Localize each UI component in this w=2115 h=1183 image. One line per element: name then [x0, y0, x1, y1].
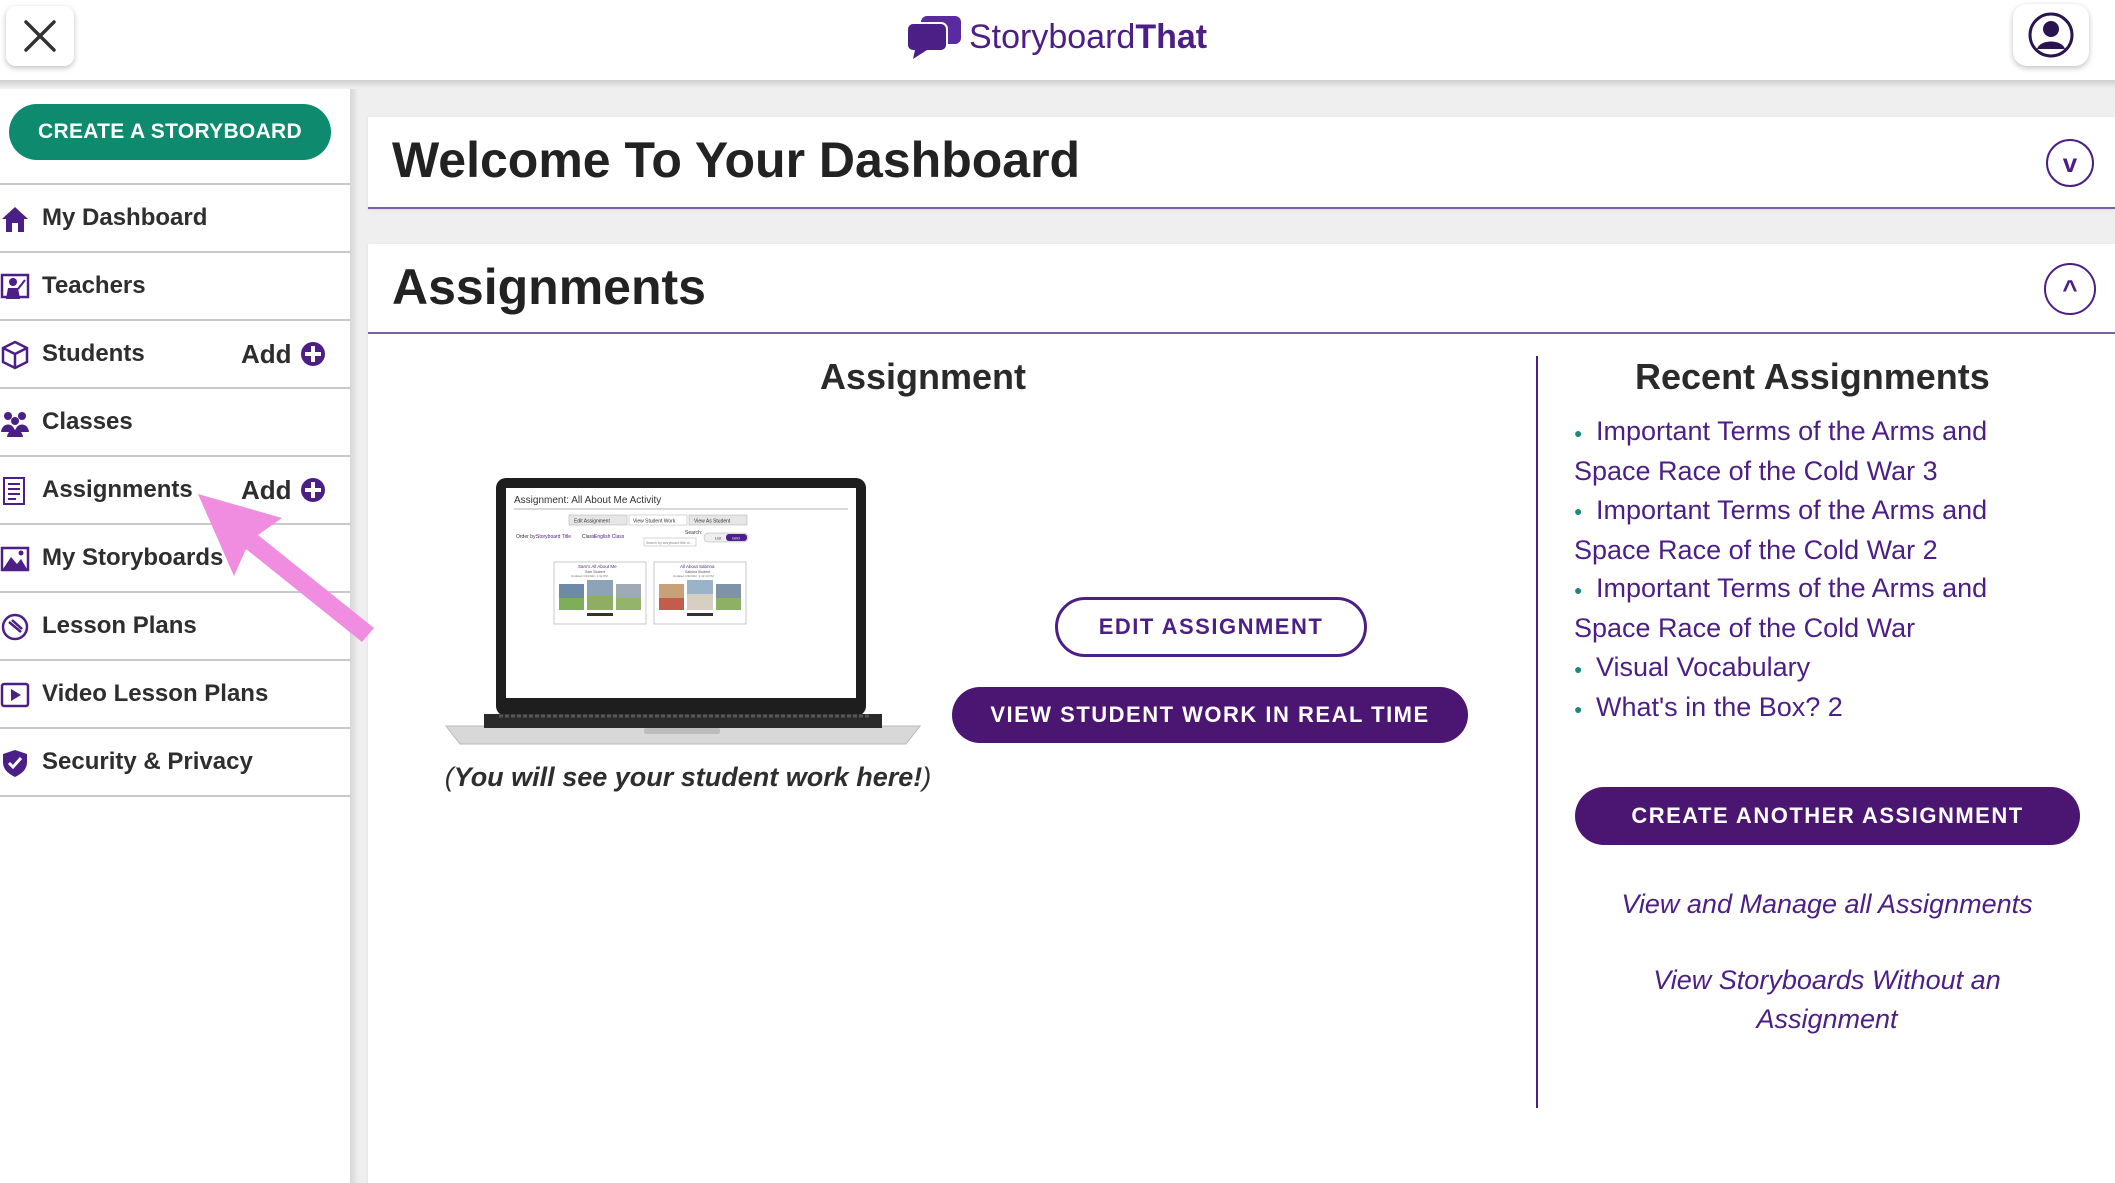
preview-card-updated: Updated 1/3/2022, 1:42:13 PM [673, 574, 714, 578]
recent-assignment-label: Visual Vocabulary [1596, 651, 1811, 682]
caption-close-paren: ) [922, 762, 932, 792]
sidebar-item-students[interactable]: Students Add [0, 321, 350, 389]
caption-open-paren: ( [444, 762, 454, 792]
recent-assignment-link[interactable]: ● Important Terms of the Arms and Space R… [1574, 412, 2034, 491]
recent-assignment-label: Important Terms of the Arms and Space Ra… [1574, 494, 1988, 565]
bullet-icon: ● [1574, 700, 1583, 717]
expand-welcome-button[interactable]: v [2046, 139, 2094, 187]
home-icon [2, 207, 28, 232]
sidebar-item-label: Students [42, 340, 145, 367]
speech-bubbles-icon [906, 16, 961, 59]
video-icon [0, 682, 30, 708]
sidebar-item-label: Assignments [42, 476, 193, 503]
recent-assignment-link[interactable]: ● Important Terms of the Arms and Space R… [1574, 569, 2034, 648]
teacher-icon [0, 273, 30, 299]
preview-grid-toggle: Grid [732, 536, 740, 541]
preview-class-value: English Class [594, 534, 625, 540]
edit-assignment-button[interactable]: EDIT ASSIGNMENT [1055, 597, 1367, 657]
bullet-icon: ● [1574, 503, 1583, 520]
sidebar-item-my-dashboard[interactable]: My Dashboard [0, 185, 350, 253]
column-divider [1536, 356, 1538, 1108]
preview-search-placeholder: Search by storyboard title or... [646, 541, 693, 545]
caption-text: You will see your student work here! [453, 762, 923, 792]
create-another-assignment-button[interactable]: CREATE ANOTHER ASSIGNMENT [1575, 787, 2080, 845]
view-storyboards-without-assignment-link[interactable]: View Storyboards Without an Assignment [1597, 961, 2057, 1039]
top-bar: StoryboardThat [0, 0, 2115, 80]
preview-card-updated: Updated 1/3/2022, 1:42 PM [571, 574, 608, 578]
student-work-preview-image: Assignment: All About Me Activity Edit A… [444, 478, 922, 745]
classes-icon [1, 412, 29, 437]
preview-tab: View Student Work [633, 519, 676, 525]
storyboardthat-logo[interactable]: StoryboardThat [905, 12, 1207, 62]
shield-icon [3, 750, 27, 777]
plus-circle-icon [300, 342, 325, 366]
storyboards-icon [0, 546, 30, 572]
assignments-title: Assignments [392, 259, 706, 315]
sidebar-item-video-lesson-plans[interactable]: Video Lesson Plans [0, 661, 350, 729]
recent-assignments-list: ● Important Terms of the Arms and Space R… [1574, 412, 2034, 728]
logo-wordmark: StoryboardThat [969, 17, 1208, 56]
preview-title: Assignment: All About Me Activity [514, 495, 661, 506]
welcome-title: Welcome To Your Dashboard [392, 132, 1081, 188]
create-storyboard-button[interactable]: CREATE A STORYBOARD [9, 104, 331, 160]
students-icon [1, 340, 29, 370]
close-button[interactable] [6, 6, 74, 66]
recent-assignment-link[interactable]: ● What's in the Box? 2 [1574, 688, 2034, 728]
lesson-plans-icon [1, 613, 29, 641]
preview-tab: View As Student [694, 519, 731, 525]
bullet-icon: ● [1574, 424, 1583, 441]
preview-search-label: Search: [685, 530, 702, 536]
preview-order-label: Order by: [516, 534, 537, 540]
profile-button[interactable] [2013, 4, 2089, 66]
sidebar-item-label: Lesson Plans [42, 612, 197, 639]
preview-list-toggle: List [715, 536, 722, 541]
bullet-icon: ● [1574, 581, 1583, 598]
view-manage-assignments-link[interactable]: View and Manage all Assignments [1597, 885, 2057, 924]
collapse-assignments-button[interactable]: ^ [2044, 263, 2096, 315]
recent-assignment-label: Important Terms of the Arms and Space Ra… [1574, 416, 1988, 487]
pink-pointer-arrow-icon [198, 494, 374, 642]
preview-card-title: All About Sabrina [680, 564, 715, 569]
recent-assignment-label: What's in the Box? 2 [1596, 692, 1843, 722]
sidebar-item-label: Video Lesson Plans [42, 680, 269, 707]
preview-order-value: Storyboard Title [536, 534, 571, 540]
sidebar-item-classes[interactable]: Classes [0, 389, 350, 457]
bullet-icon: ● [1574, 660, 1583, 677]
add-student-button[interactable]: Add [241, 339, 326, 370]
user-avatar-icon [2028, 12, 2074, 58]
chevron-up-icon: ^ [2062, 273, 2078, 304]
welcome-panel: Welcome To Your Dashboard v [368, 117, 2115, 209]
preview-tab: Edit Assignment [574, 519, 610, 525]
preview-card-title: Sam's All About Me [578, 564, 617, 569]
add-label: Add [241, 338, 292, 369]
assignments-header: Assignments ^ [368, 244, 2115, 334]
sidebar-item-security-privacy[interactable]: Security & Privacy [0, 729, 350, 797]
assignment-heading: Assignment [820, 356, 1027, 397]
chevron-down-icon: v [2062, 147, 2078, 178]
recent-assignment-label: Important Terms of the Arms and Space Ra… [1574, 573, 1988, 644]
recent-assignments-heading: Recent Assignments [1635, 356, 1990, 397]
close-icon [24, 20, 56, 52]
sidebar-item-label: My Dashboard [42, 204, 208, 231]
view-student-work-button[interactable]: VIEW STUDENT WORK IN REAL TIME [952, 687, 1468, 743]
recent-assignment-link[interactable]: ● Visual Vocabulary [1574, 648, 2034, 688]
topbar-shadow [0, 80, 2115, 89]
sidebar-item-label: Security & Privacy [42, 748, 253, 775]
assignments-icon [3, 477, 25, 505]
assignments-panel: Assignments ^ Assignment Assignment: All… [368, 244, 2115, 1183]
recent-assignment-link[interactable]: ● Important Terms of the Arms and Space R… [1574, 491, 2034, 570]
sidebar-item-label: Teachers [42, 272, 146, 299]
sidebar-item-label: Classes [42, 408, 133, 435]
sidebar-item-teachers[interactable]: Teachers [0, 253, 350, 321]
student-work-caption: (You will see your student work here!) [438, 758, 938, 796]
